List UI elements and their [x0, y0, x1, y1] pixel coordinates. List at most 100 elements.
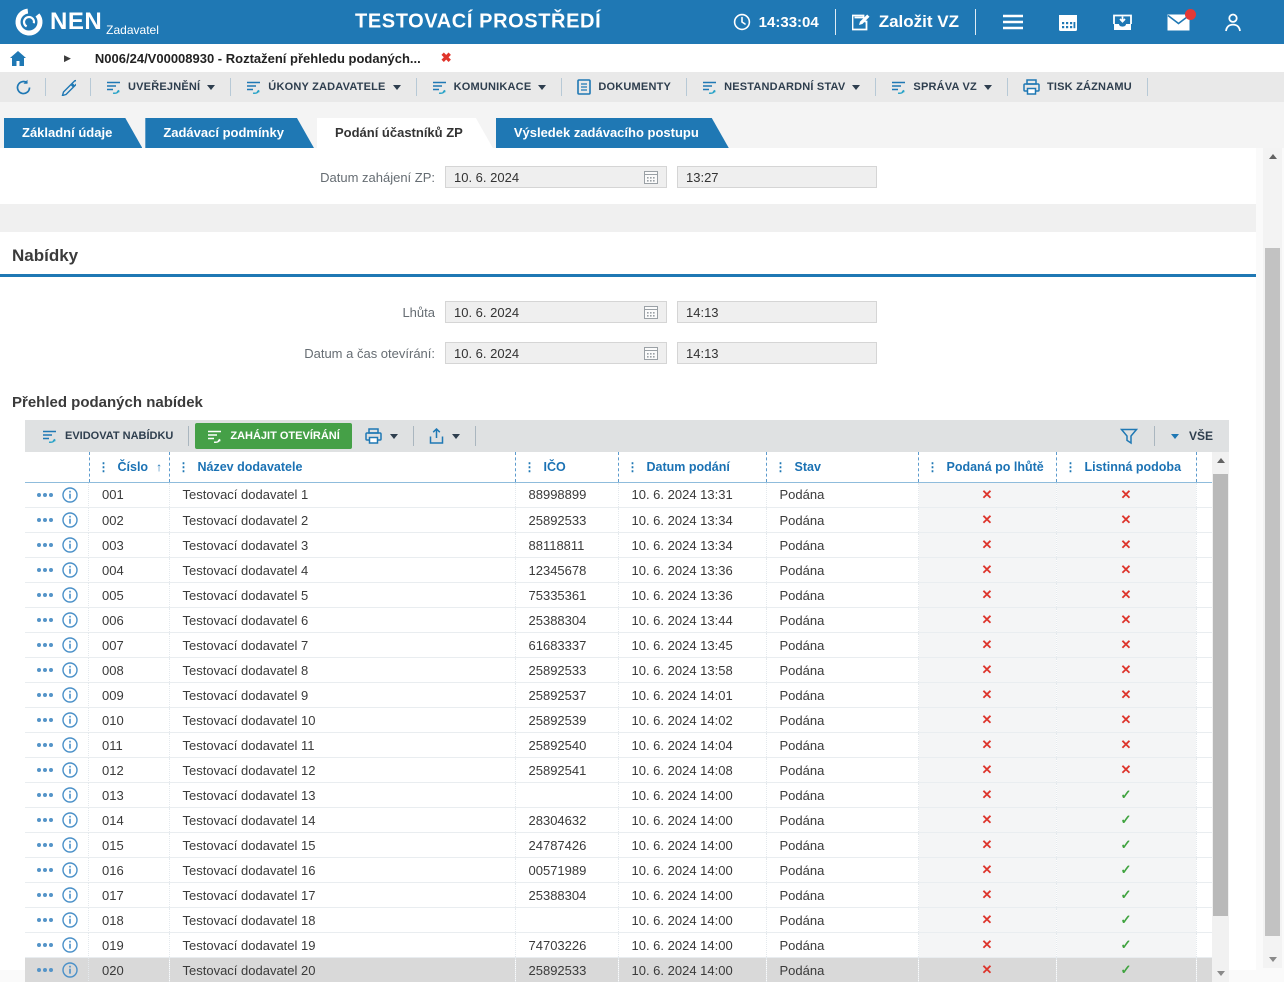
menu-uverejneni[interactable]: UVEŘEJNĚNÍ: [98, 80, 223, 95]
info-icon[interactable]: [62, 562, 78, 578]
header-datum-podani[interactable]: ⋮Datum podání: [618, 452, 766, 482]
table-row[interactable]: 012 Testovací dodavatel 12 25892541 10. …: [25, 758, 1212, 783]
table-row[interactable]: 006 Testovací dodavatel 6 25388304 10. 6…: [25, 608, 1212, 633]
breadcrumb-item[interactable]: N006/24/V00008930 - Roztažení přehledu p…: [95, 51, 421, 66]
scroll-up-icon[interactable]: [1263, 148, 1282, 165]
header-stav[interactable]: ⋮Stav: [766, 452, 918, 482]
row-actions-icon[interactable]: [37, 543, 53, 547]
tab-zadavaci-podminky[interactable]: Zadávací podmínky: [145, 118, 314, 148]
info-icon[interactable]: [62, 712, 78, 728]
row-actions-icon[interactable]: [37, 918, 53, 922]
info-icon[interactable]: [62, 762, 78, 778]
tab-vysledek[interactable]: Výsledek zadávacího postupu: [496, 118, 729, 148]
info-icon[interactable]: [62, 862, 78, 878]
tab-podani-ucastniku[interactable]: Podání účastníků ZP: [317, 118, 493, 148]
row-actions-icon[interactable]: [37, 868, 53, 872]
header-listinna-podoba[interactable]: ⋮Listinná podoba: [1056, 452, 1196, 482]
info-icon[interactable]: [62, 637, 78, 653]
row-actions-icon[interactable]: [37, 943, 53, 947]
refresh-button[interactable]: [8, 79, 38, 96]
zahajit-otevirani-button[interactable]: ZAHÁJIT OTEVÍRÁNÍ: [195, 423, 351, 449]
info-icon[interactable]: [62, 537, 78, 553]
table-row[interactable]: 010 Testovací dodavatel 10 25892539 10. …: [25, 708, 1212, 733]
info-icon[interactable]: [62, 837, 78, 853]
time-input-lhuta[interactable]: 14:13: [677, 301, 877, 323]
info-icon[interactable]: [62, 687, 78, 703]
row-actions-icon[interactable]: [37, 668, 53, 672]
row-actions-icon[interactable]: [37, 843, 53, 847]
info-icon[interactable]: [62, 812, 78, 828]
header-nazev[interactable]: ⋮Název dodavatele: [169, 452, 515, 482]
info-icon[interactable]: [62, 587, 78, 603]
table-row[interactable]: 016 Testovací dodavatel 16 00571989 10. …: [25, 858, 1212, 883]
table-row[interactable]: 020 Testovací dodavatel 20 25892533 10. …: [25, 958, 1212, 982]
row-actions-icon[interactable]: [37, 743, 53, 747]
table-row[interactable]: 015 Testovací dodavatel 15 24787426 10. …: [25, 833, 1212, 858]
row-actions-icon[interactable]: [37, 593, 53, 597]
row-actions-icon[interactable]: [37, 768, 53, 772]
row-actions-icon[interactable]: [37, 818, 53, 822]
close-icon[interactable]: ✖: [441, 50, 452, 66]
create-vz-button[interactable]: Založit VZ: [852, 12, 959, 32]
row-actions-icon[interactable]: [37, 518, 53, 522]
row-actions-icon[interactable]: [37, 893, 53, 897]
column-menu-icon[interactable]: ⋮: [1065, 460, 1077, 474]
menu-dokumenty[interactable]: DOKUMENTY: [569, 79, 679, 95]
info-icon[interactable]: [62, 512, 78, 528]
calendar-small-icon[interactable]: [644, 306, 658, 319]
table-row[interactable]: 007 Testovací dodavatel 7 61683337 10. 6…: [25, 633, 1212, 658]
scrollbar-thumb[interactable]: [1265, 248, 1280, 936]
calendar-icon[interactable]: [1058, 13, 1078, 32]
scroll-down-icon[interactable]: [1212, 965, 1229, 982]
calendar-small-icon[interactable]: [644, 347, 658, 360]
page-scrollbar[interactable]: [1263, 148, 1282, 968]
info-icon[interactable]: [62, 962, 78, 978]
table-row[interactable]: 005 Testovací dodavatel 5 75335361 10. 6…: [25, 583, 1212, 608]
info-icon[interactable]: [62, 662, 78, 678]
column-menu-icon[interactable]: ⋮: [98, 460, 110, 474]
column-menu-icon[interactable]: ⋮: [927, 460, 939, 474]
row-actions-icon[interactable]: [37, 718, 53, 722]
table-row[interactable]: 009 Testovací dodavatel 9 25892537 10. 6…: [25, 683, 1212, 708]
row-actions-icon[interactable]: [37, 618, 53, 622]
row-actions-icon[interactable]: [37, 968, 53, 972]
edit-button[interactable]: [53, 79, 83, 96]
date-input-otevirani[interactable]: 10. 6. 2024: [445, 342, 667, 364]
header-cislo[interactable]: ⋮Číslo↑: [89, 452, 169, 482]
column-menu-icon[interactable]: ⋮: [178, 460, 190, 474]
brand[interactable]: NEN Zadavatel: [14, 7, 159, 37]
info-icon[interactable]: [62, 937, 78, 953]
menu-nestandardni-stav[interactable]: NESTANDARDNÍ STAV: [694, 80, 868, 95]
info-icon[interactable]: [62, 912, 78, 928]
date-input-zahajeni[interactable]: 10. 6. 2024: [445, 166, 667, 188]
table-row[interactable]: 011 Testovací dodavatel 11 25892540 10. …: [25, 733, 1212, 758]
scroll-up-icon[interactable]: [1212, 452, 1229, 469]
table-scrollbar[interactable]: [1212, 452, 1229, 982]
table-row[interactable]: 019 Testovací dodavatel 19 74703226 10. …: [25, 933, 1212, 958]
evidovat-nabidku-button[interactable]: EVIDOVAT NABÍDKU: [33, 429, 182, 444]
home-icon[interactable]: [10, 51, 26, 66]
info-icon[interactable]: [62, 787, 78, 803]
vse-label[interactable]: VŠE: [1189, 429, 1213, 443]
table-row[interactable]: 002 Testovací dodavatel 2 25892533 10. 6…: [25, 508, 1212, 533]
sort-asc-icon[interactable]: ↑: [156, 460, 162, 474]
menu-komunikace[interactable]: KOMUNIKACE: [424, 80, 555, 95]
table-row[interactable]: 014 Testovací dodavatel 14 28304632 10. …: [25, 808, 1212, 833]
vse-dropdown-icon[interactable]: [1171, 434, 1179, 439]
menu-tisk-zaznamu[interactable]: TISK ZÁZNAMU: [1015, 79, 1140, 95]
row-actions-icon[interactable]: [37, 793, 53, 797]
info-icon[interactable]: [62, 887, 78, 903]
table-row[interactable]: 003 Testovací dodavatel 3 88118811 10. 6…: [25, 533, 1212, 558]
column-menu-icon[interactable]: ⋮: [627, 460, 639, 474]
table-row[interactable]: 008 Testovací dodavatel 8 25892533 10. 6…: [25, 658, 1212, 683]
table-row[interactable]: 004 Testovací dodavatel 4 12345678 10. 6…: [25, 558, 1212, 583]
header-podana-po-lhute[interactable]: ⋮Podaná po lhůtě: [918, 452, 1056, 482]
row-actions-icon[interactable]: [37, 568, 53, 572]
info-icon[interactable]: [62, 737, 78, 753]
filter-funnel-icon[interactable]: [1120, 428, 1138, 445]
table-row[interactable]: 018 Testovací dodavatel 18 10. 6. 2024 1…: [25, 908, 1212, 933]
inbox-icon[interactable]: [1112, 13, 1133, 32]
column-menu-icon[interactable]: ⋮: [524, 460, 536, 474]
header-ico[interactable]: ⋮IČO: [515, 452, 618, 482]
scrollbar-thumb[interactable]: [1213, 474, 1228, 916]
